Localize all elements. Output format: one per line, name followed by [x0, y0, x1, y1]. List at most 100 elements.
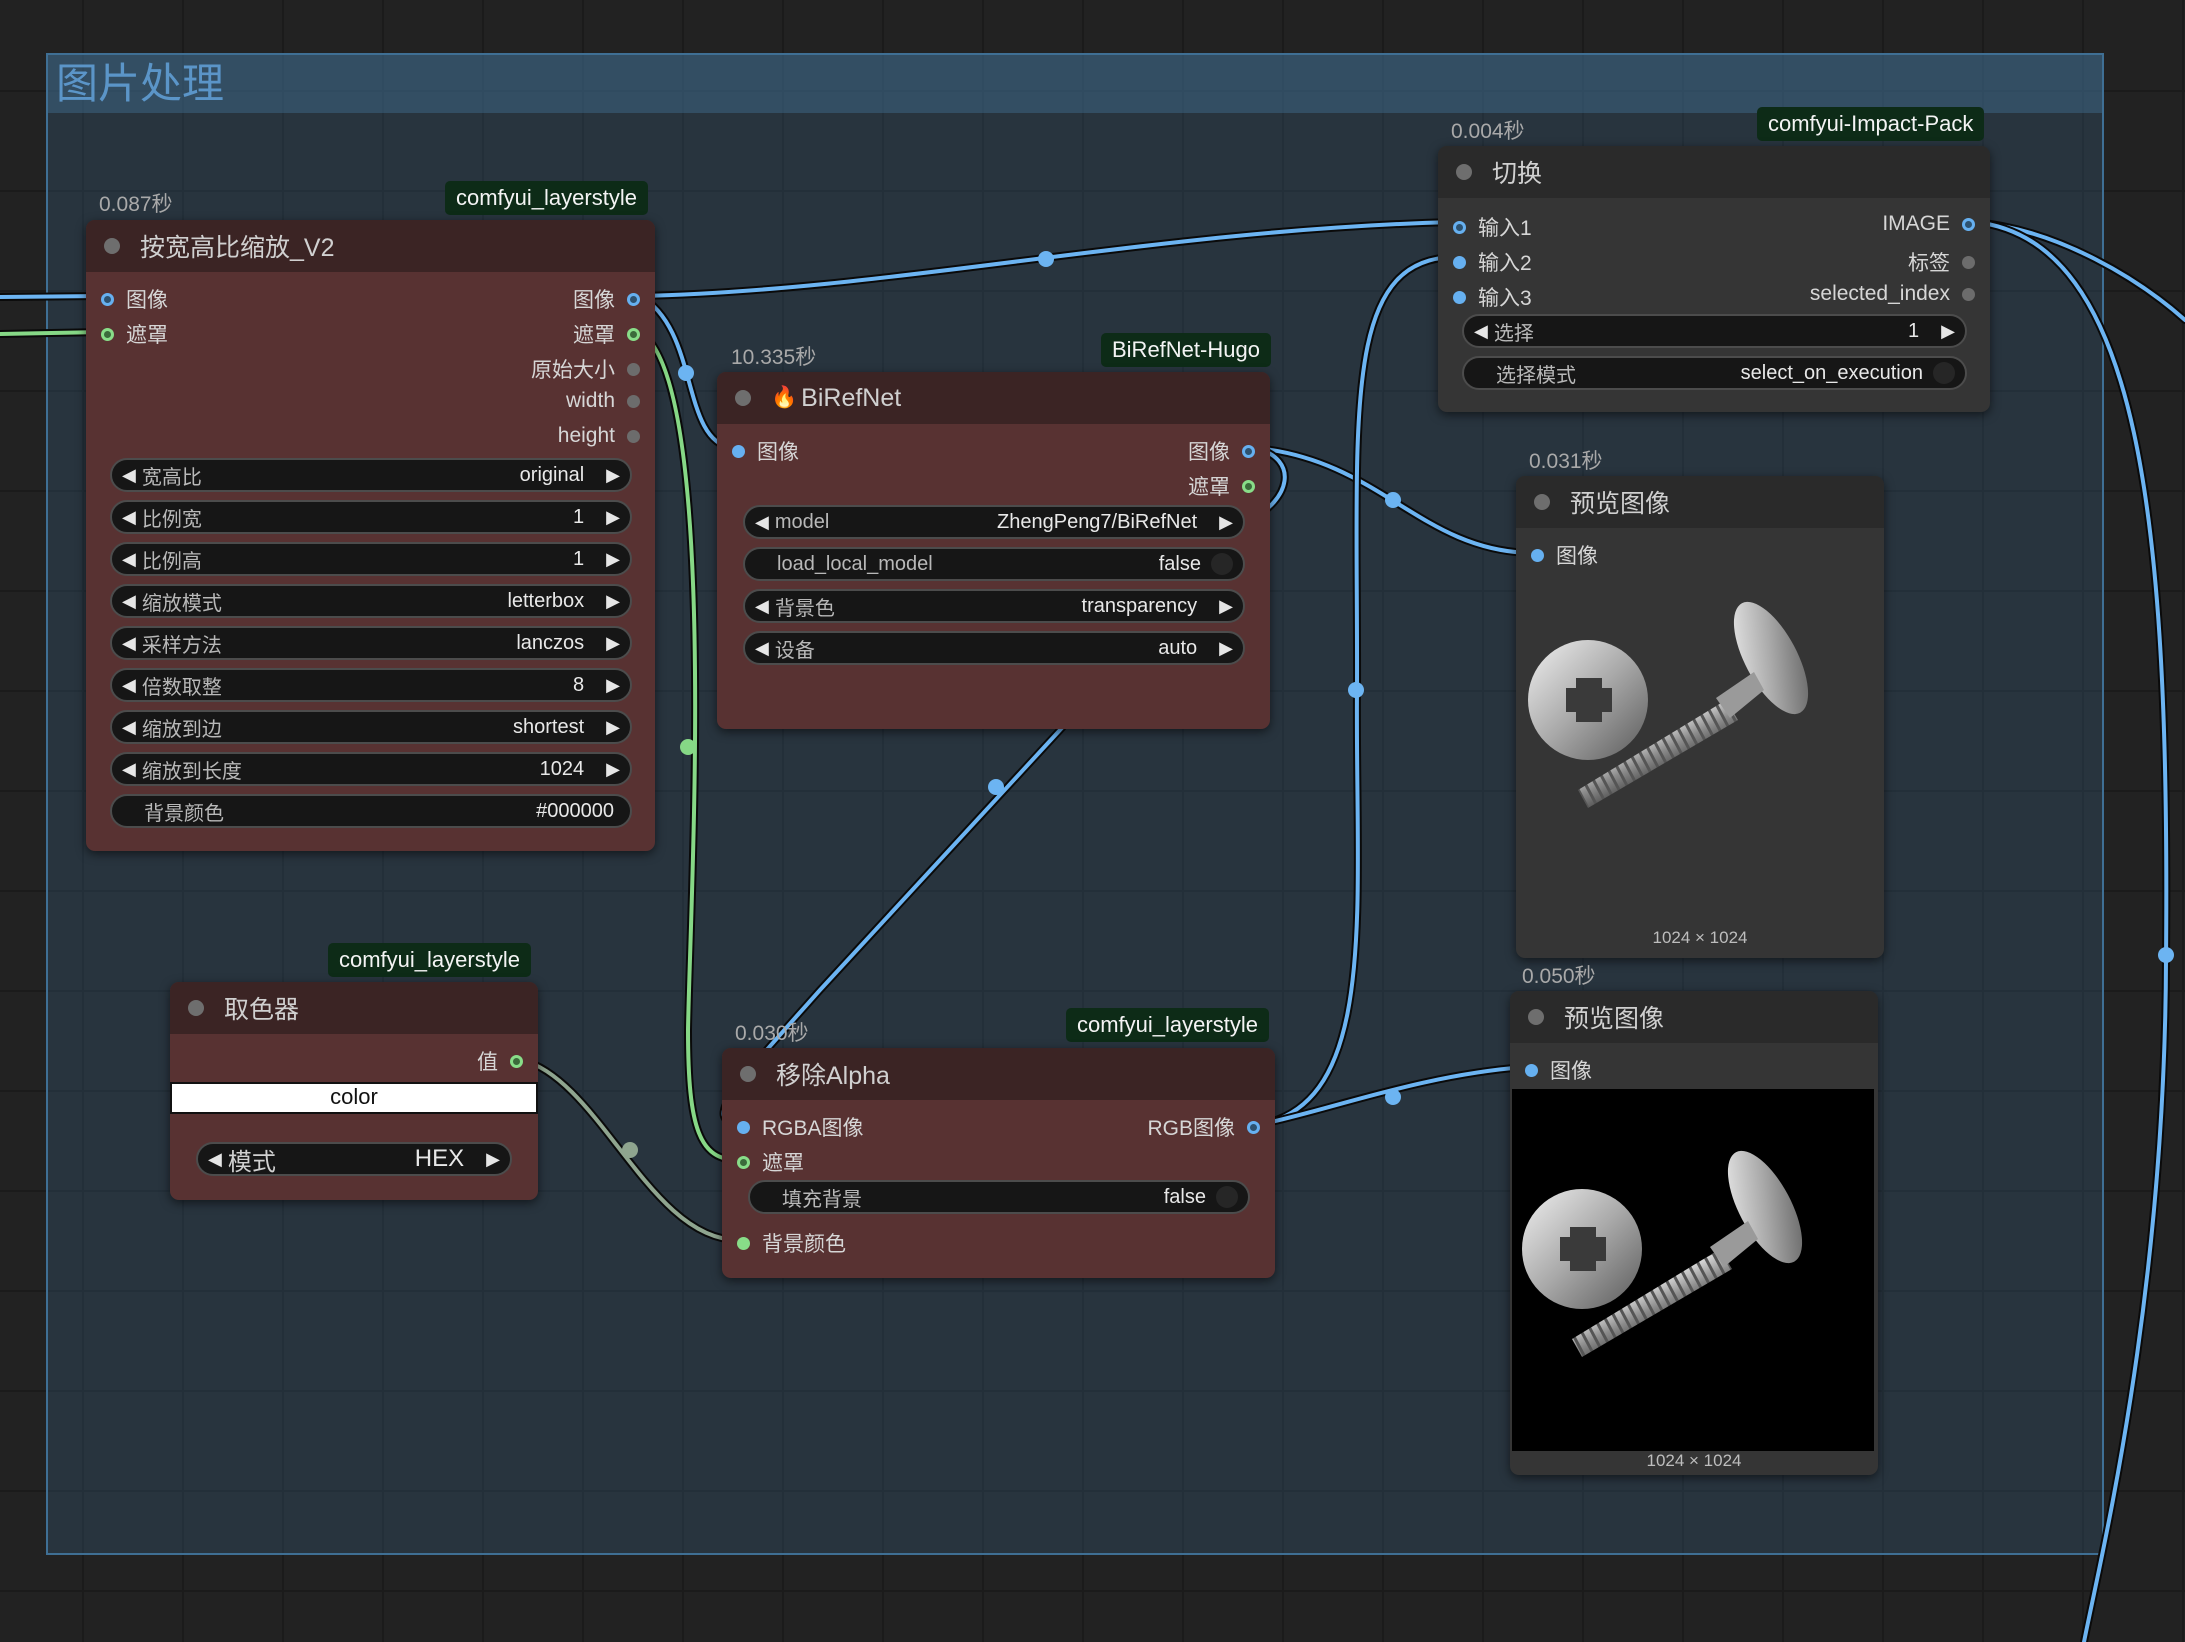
node-preview-image-2[interactable]: 预览图像 图像 1024 × 1024: [1510, 991, 1878, 1475]
collapse-dot-icon[interactable]: [1534, 494, 1550, 510]
input-slot-image[interactable]: 图像: [101, 284, 168, 314]
input-pin-icon[interactable]: [1531, 548, 1544, 562]
node-preview-image-1[interactable]: 预览图像 图像 1024 × 1024: [1516, 476, 1884, 958]
widget-scale-to-side[interactable]: ◀ 缩放到边 shortest ▶: [110, 710, 632, 744]
node-resize-by-ratio[interactable]: 按宽高比缩放_V2 图像 遮罩 图像 遮罩 原始大小 width height …: [86, 220, 655, 851]
decrement-arrow-icon[interactable]: ◀: [122, 549, 136, 570]
output-pin-icon[interactable]: [510, 1054, 523, 1068]
output-pin-icon[interactable]: [1242, 444, 1255, 458]
collapse-dot-icon[interactable]: [104, 238, 120, 254]
birefnet-title-bar[interactable]: 🔥 BiRefNet: [717, 372, 1270, 424]
output-pin-icon[interactable]: [1962, 217, 1975, 231]
widget-scale-to-length[interactable]: ◀ 缩放到长度 1024 ▶: [110, 752, 632, 786]
output-slot-image[interactable]: 图像: [1188, 436, 1255, 466]
toggle-knob-icon[interactable]: [1211, 553, 1233, 575]
input-pin-icon[interactable]: [732, 444, 745, 458]
node-remove-alpha[interactable]: 移除Alpha RGBA图像 遮罩 RGB图像 填充背景 false 背景颜色: [722, 1048, 1275, 1278]
preview2-title-bar[interactable]: 预览图像: [1510, 991, 1878, 1043]
increment-arrow-icon[interactable]: ▶: [1941, 321, 1955, 342]
widget-load-local-model[interactable]: load_local_model false: [743, 547, 1245, 581]
node-switch[interactable]: 切换 输入1 输入2 输入3 IMAGE 标签 selected_index ◀…: [1438, 146, 1990, 412]
widget-model[interactable]: ◀ model ZhengPeng7/BiRefNet ▶: [743, 505, 1245, 539]
output-slot-selected-index[interactable]: selected_index: [1810, 282, 1975, 306]
decrement-arrow-icon[interactable]: ◀: [755, 596, 769, 617]
preview1-title-bar[interactable]: 预览图像: [1516, 476, 1884, 528]
increment-arrow-icon[interactable]: ▶: [606, 549, 620, 570]
input-slot-mask[interactable]: 遮罩: [101, 319, 168, 349]
widget-select[interactable]: ◀ 选择 1 ▶: [1462, 314, 1967, 348]
collapse-dot-icon[interactable]: [188, 1000, 204, 1016]
removealpha-title-bar[interactable]: 移除Alpha: [722, 1048, 1275, 1100]
color-swatch-field[interactable]: color: [170, 1082, 538, 1114]
input-slot-background-color[interactable]: 背景颜色: [737, 1228, 846, 1258]
widget-background[interactable]: ◀ 背景色 transparency ▶: [743, 589, 1245, 623]
input-pin-icon[interactable]: [1453, 255, 1466, 269]
increment-arrow-icon[interactable]: ▶: [606, 591, 620, 612]
decrement-arrow-icon[interactable]: ◀: [122, 633, 136, 654]
preview-image-transparent[interactable]: [1516, 580, 1884, 910]
output-slot-value[interactable]: 值: [477, 1046, 523, 1076]
input-pin-icon[interactable]: [1453, 290, 1466, 304]
collapse-dot-icon[interactable]: [740, 1066, 756, 1082]
decrement-arrow-icon[interactable]: ◀: [122, 465, 136, 486]
widget-device[interactable]: ◀ 设备 auto ▶: [743, 631, 1245, 665]
increment-arrow-icon[interactable]: ▶: [606, 507, 620, 528]
widget-round-to-multiple[interactable]: ◀ 倍数取整 8 ▶: [110, 668, 632, 702]
node-color-picker[interactable]: 取色器 值 color ◀ 模式 HEX ▶: [170, 982, 538, 1200]
toggle-knob-icon[interactable]: [1933, 362, 1955, 384]
increment-arrow-icon[interactable]: ▶: [606, 465, 620, 486]
decrement-arrow-icon[interactable]: ◀: [122, 507, 136, 528]
increment-arrow-icon[interactable]: ▶: [606, 759, 620, 780]
widget-aspect-ratio[interactable]: ◀ 宽高比 original ▶: [110, 458, 632, 492]
increment-arrow-icon[interactable]: ▶: [606, 675, 620, 696]
input-slot-image[interactable]: 图像: [1531, 540, 1598, 570]
preview-image-black-bg[interactable]: [1512, 1089, 1874, 1451]
output-slot-mask[interactable]: 遮罩: [1188, 471, 1255, 501]
node-birefnet[interactable]: 🔥 BiRefNet 图像 图像 遮罩 ◀ model ZhengPeng7/BiRe…: [717, 372, 1270, 729]
widget-background-color[interactable]: 背景颜色 #000000: [110, 794, 632, 828]
collapse-dot-icon[interactable]: [1528, 1009, 1544, 1025]
input-slot-input1[interactable]: 输入1: [1453, 212, 1532, 242]
input-slot-mask[interactable]: 遮罩: [737, 1147, 804, 1177]
decrement-arrow-icon[interactable]: ◀: [122, 591, 136, 612]
output-pin-icon[interactable]: [627, 292, 640, 306]
input-slot-input2[interactable]: 输入2: [1453, 247, 1532, 277]
colorpicker-title-bar[interactable]: 取色器: [170, 982, 538, 1034]
output-pin-icon[interactable]: [627, 327, 640, 341]
collapse-dot-icon[interactable]: [1456, 164, 1472, 180]
widget-ratio-height[interactable]: ◀ 比例高 1 ▶: [110, 542, 632, 576]
widget-ratio-width[interactable]: ◀ 比例宽 1 ▶: [110, 500, 632, 534]
output-pin-icon[interactable]: [1962, 255, 1975, 269]
input-pin-icon[interactable]: [101, 292, 114, 306]
output-pin-icon[interactable]: [627, 362, 640, 376]
decrement-arrow-icon[interactable]: ◀: [1474, 321, 1488, 342]
input-slot-rgba-image[interactable]: RGBA图像: [737, 1112, 864, 1142]
input-pin-icon[interactable]: [737, 1155, 750, 1169]
switch-title-bar[interactable]: 切换: [1438, 146, 1990, 198]
output-pin-icon[interactable]: [1962, 287, 1975, 301]
widget-fit-mode[interactable]: ◀ 缩放模式 letterbox ▶: [110, 584, 632, 618]
output-slot-original-size[interactable]: 原始大小: [531, 354, 640, 384]
input-pin-icon[interactable]: [737, 1120, 750, 1134]
input-slot-image[interactable]: 图像: [732, 436, 799, 466]
increment-arrow-icon[interactable]: ▶: [486, 1149, 500, 1170]
decrement-arrow-icon[interactable]: ◀: [122, 675, 136, 696]
input-slot-image[interactable]: 图像: [1525, 1055, 1592, 1085]
output-slot-image[interactable]: 图像: [573, 284, 640, 314]
output-slot-rgb-image[interactable]: RGB图像: [1147, 1112, 1260, 1142]
increment-arrow-icon[interactable]: ▶: [606, 633, 620, 654]
decrement-arrow-icon[interactable]: ◀: [755, 512, 769, 533]
increment-arrow-icon[interactable]: ▶: [1219, 512, 1233, 533]
toggle-knob-icon[interactable]: [1216, 1186, 1238, 1208]
output-pin-icon[interactable]: [627, 394, 640, 408]
input-pin-icon[interactable]: [737, 1236, 750, 1250]
collapse-dot-icon[interactable]: [735, 390, 751, 406]
decrement-arrow-icon[interactable]: ◀: [122, 717, 136, 738]
output-slot-height[interactable]: height: [558, 424, 640, 448]
widget-select-mode[interactable]: 选择模式 select_on_execution: [1462, 356, 1967, 390]
output-slot-label[interactable]: 标签: [1908, 247, 1975, 277]
input-pin-icon[interactable]: [1525, 1063, 1538, 1077]
output-pin-icon[interactable]: [1242, 479, 1255, 493]
output-slot-width[interactable]: width: [566, 389, 640, 413]
widget-sampling-method[interactable]: ◀ 采样方法 lanczos ▶: [110, 626, 632, 660]
